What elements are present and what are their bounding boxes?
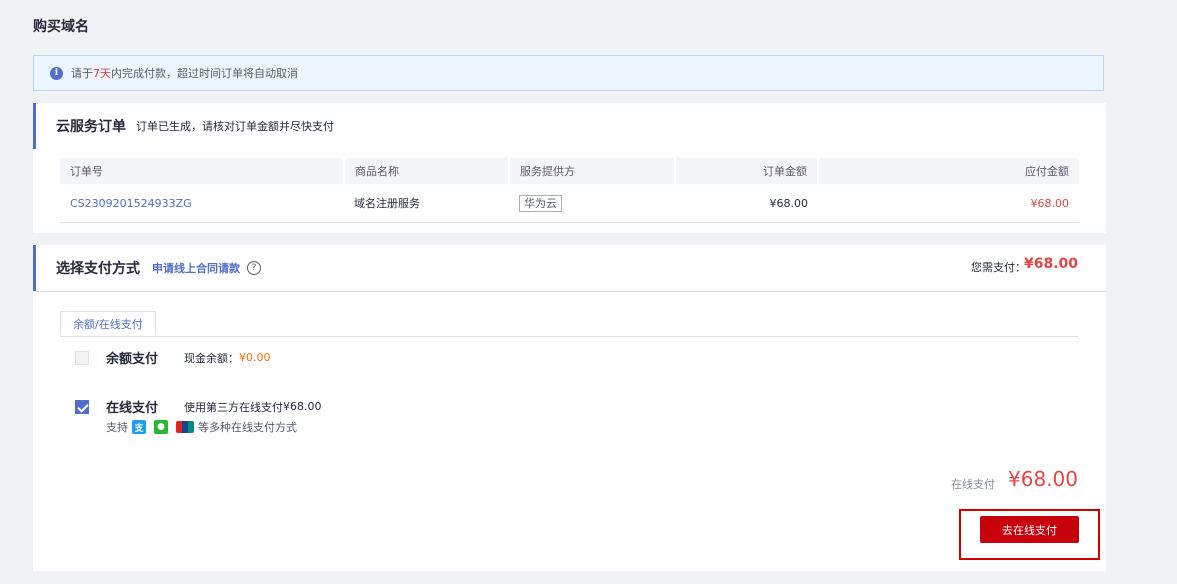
order-card-subtitle: 订单已生成，请核对订单金额并尽快支付 (136, 120, 334, 133)
header-divider (33, 291, 1106, 292)
order-table-header: 订单号 商品名称 服务提供方 订单金额 应付金额 (60, 158, 1079, 184)
col-product: 商品名称 (344, 158, 510, 184)
notice-days: 7天 (93, 67, 111, 80)
table-row: CS2309201524933ZG 域名注册服务 华为云 ¥68.00 ¥68.… (60, 184, 1079, 223)
payment-card-title: 选择支付方式 (56, 261, 140, 277)
support-prefix: 支持 (106, 421, 128, 434)
total-due-amount: ¥68.00 (1023, 256, 1078, 272)
tab-balance-online[interactable]: 余额/在线支付 (60, 311, 156, 336)
online-option[interactable]: 在线支付 使用第三方在线支付 ¥68.00 (75, 397, 322, 416)
payable-amount: ¥68.00 (818, 184, 1079, 223)
provider-badge: 华为云 (519, 195, 562, 212)
notice-suffix: 内完成付款，超过时间订单将自动取消 (111, 67, 298, 80)
online-desc: 使用第三方在线支付 (184, 400, 283, 414)
page-title: 购买域名 (33, 19, 89, 35)
online-pay-amount: ¥68.00 (1008, 467, 1078, 491)
order-table: 订单号 商品名称 服务提供方 订单金额 应付金额 CS2309201524933… (60, 158, 1079, 223)
balance-option-name: 余额支付 (106, 352, 159, 367)
payment-tabs: 余额/在线支付 (60, 311, 1079, 337)
alipay-icon: 支 (132, 420, 146, 434)
col-order-no: 订单号 (60, 158, 345, 184)
total-due-label: 您需支付： (971, 261, 1026, 274)
online-pay-label: 在线支付 (951, 478, 995, 491)
online-option-name: 在线支付 (106, 401, 159, 416)
balance-desc: 现金余额： (184, 351, 239, 365)
supported-methods: 支持 支 ● 等多种在线支付方式 (106, 419, 297, 435)
unionpay-icon (176, 421, 194, 433)
order-card-header: 云服务订单 订单已生成，请核对订单金额并尽快支付 (33, 103, 1106, 149)
info-icon: i (50, 66, 63, 80)
balance-option[interactable]: 余额支付 现金余额： ¥0.00 (75, 348, 271, 367)
contract-request-link[interactable]: 申请线上合同请款 (152, 260, 240, 276)
online-checkbox[interactable] (75, 399, 89, 414)
wechat-pay-icon: ● (154, 420, 168, 434)
col-amount: 订单金额 (675, 158, 819, 184)
col-payable: 应付金额 (818, 158, 1079, 184)
notice-prefix: 请于 (71, 67, 93, 80)
order-card: 云服务订单 订单已生成，请核对订单金额并尽快支付 订单号 商品名称 服务提供方 … (33, 103, 1106, 233)
order-card-title: 云服务订单 (56, 119, 126, 135)
payment-deadline-notice: i 请于 7天 内完成付款，超过时间订单将自动取消 (33, 55, 1104, 91)
support-suffix: 等多种在线支付方式 (198, 421, 297, 434)
col-provider: 服务提供方 (509, 158, 676, 184)
balance-value: ¥0.00 (239, 351, 271, 364)
product-name: 域名注册服务 (344, 184, 509, 223)
order-number-link[interactable]: CS2309201524933ZG (70, 197, 192, 210)
order-amount: ¥68.00 (675, 184, 818, 223)
help-icon[interactable]: ? (247, 261, 261, 275)
balance-checkbox[interactable] (75, 350, 89, 365)
online-value: ¥68.00 (283, 400, 322, 413)
payment-card-header: 选择支付方式 申请线上合同请款 ? (33, 245, 1106, 291)
go-online-pay-button[interactable]: 去在线支付 (980, 516, 1079, 543)
payment-card: 选择支付方式 申请线上合同请款 ? 您需支付： ¥68.00 余额/在线支付 余… (33, 245, 1106, 571)
